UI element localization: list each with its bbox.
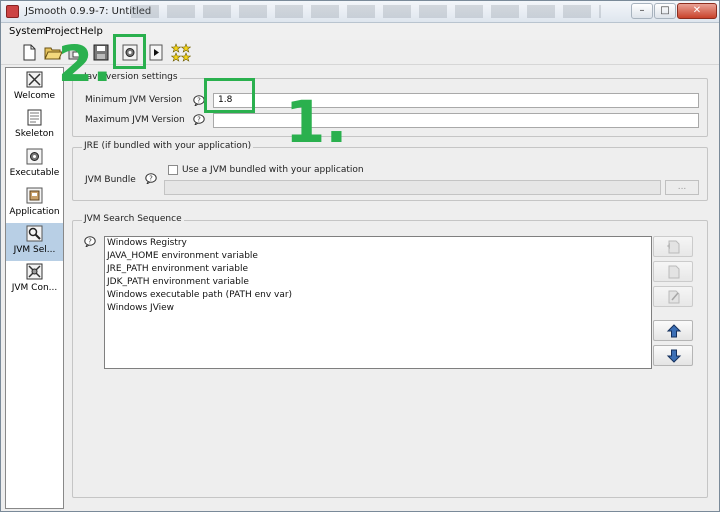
annotation-step-2: 2. bbox=[58, 35, 112, 93]
close-button[interactable]: ✕ bbox=[677, 3, 717, 19]
annotation-step-1: 1. bbox=[285, 88, 348, 156]
app-window: JSmooth 0.9.9-7: Untitled – □ ✕ System P… bbox=[0, 0, 720, 512]
sidebar-item-executable[interactable]: Executable bbox=[6, 146, 63, 184]
sidebar-item-application[interactable]: Application bbox=[6, 185, 63, 223]
stars-icon bbox=[171, 43, 191, 62]
list-item[interactable]: JDK_PATH environment variable bbox=[107, 277, 249, 287]
min-jvm-version-label: Minimum JVM Version bbox=[85, 95, 183, 105]
jvm-config-icon bbox=[26, 263, 43, 280]
new-file-button[interactable] bbox=[19, 43, 39, 62]
list-item[interactable]: Windows Registry bbox=[107, 238, 187, 248]
sidebar-item-label: Skeleton bbox=[15, 129, 54, 139]
about-button[interactable] bbox=[171, 43, 191, 62]
skeleton-icon bbox=[26, 109, 43, 126]
copy-entry-button[interactable] bbox=[653, 261, 693, 282]
help-icon[interactable]: ? bbox=[193, 114, 205, 125]
list-item[interactable]: JRE_PATH environment variable bbox=[107, 264, 248, 274]
sidebar-item-label: Welcome bbox=[13, 91, 56, 101]
sidebar-item-label: JVM Con... bbox=[11, 283, 58, 293]
annotation-box-compile bbox=[113, 34, 146, 69]
browse-button[interactable]: ... bbox=[665, 180, 699, 195]
blurred-background-bar bbox=[131, 5, 601, 18]
help-icon[interactable]: ? bbox=[84, 236, 96, 247]
application-icon bbox=[26, 187, 43, 204]
document-icon bbox=[668, 265, 680, 279]
title-bar[interactable]: JSmooth 0.9.9-7: Untitled – □ ✕ bbox=[1, 1, 719, 23]
jvm-search-sequence-legend: JVM Search Sequence bbox=[82, 214, 184, 224]
svg-text:?: ? bbox=[88, 238, 92, 246]
add-document-icon bbox=[667, 240, 680, 254]
jre-bundle-legend: JRE (if bundled with your application) bbox=[82, 141, 254, 151]
executable-icon bbox=[26, 148, 43, 165]
list-item[interactable]: Windows JView bbox=[107, 303, 174, 313]
sidebar-item-welcome[interactable]: Welcome bbox=[6, 69, 63, 107]
minimize-button[interactable]: – bbox=[631, 3, 653, 19]
edit-entry-button[interactable] bbox=[653, 286, 693, 307]
run-button[interactable] bbox=[146, 43, 166, 62]
svg-text:?: ? bbox=[197, 116, 201, 124]
edit-icon bbox=[668, 290, 680, 304]
sidebar-item-label: JVM Sel... bbox=[13, 245, 56, 255]
jvm-bundle-path-input[interactable] bbox=[164, 180, 661, 195]
annotation-box-min-version bbox=[204, 78, 255, 113]
sidebar-item-skeleton[interactable]: Skeleton bbox=[6, 107, 63, 145]
jvm-select-icon bbox=[26, 225, 43, 242]
svg-text:?: ? bbox=[149, 175, 153, 183]
sidebar-item-label: Application bbox=[9, 207, 60, 217]
list-item[interactable]: Windows executable path (PATH env var) bbox=[107, 290, 292, 300]
java-version-settings-group: Java version settings Minimum JVM Versio… bbox=[72, 72, 708, 137]
menu-system[interactable]: System bbox=[9, 26, 46, 37]
arrow-up-icon bbox=[666, 324, 682, 338]
jvm-search-sequence-list[interactable]: Windows Registry JAVA_HOME environment v… bbox=[104, 236, 652, 369]
jvm-bundle-label: JVM Bundle bbox=[85, 175, 136, 185]
jvm-selection-panel: Java version settings Minimum JVM Versio… bbox=[66, 67, 716, 509]
move-down-button[interactable] bbox=[653, 345, 693, 366]
sidebar-item-label: Executable bbox=[9, 168, 60, 178]
maximize-button[interactable]: □ bbox=[654, 3, 676, 19]
sidebar: Welcome Skeleton Executable Application … bbox=[5, 67, 64, 509]
jvm-search-sequence-group: JVM Search Sequence ? Windows Registry J… bbox=[72, 214, 708, 498]
play-icon bbox=[149, 44, 163, 61]
max-jvm-version-label: Maximum JVM Version bbox=[85, 115, 185, 125]
use-bundled-jvm-checkbox[interactable] bbox=[168, 165, 178, 175]
welcome-icon bbox=[26, 71, 43, 88]
list-item[interactable]: JAVA_HOME environment variable bbox=[107, 251, 258, 261]
sidebar-item-jvm-selection[interactable]: JVM Sel... bbox=[6, 223, 63, 261]
use-bundled-jvm-label: Use a JVM bundled with your application bbox=[182, 165, 364, 175]
move-up-button[interactable] bbox=[653, 320, 693, 341]
add-entry-button[interactable] bbox=[653, 236, 693, 257]
help-icon[interactable]: ? bbox=[145, 173, 157, 184]
sidebar-item-jvm-configuration[interactable]: JVM Con... bbox=[6, 261, 63, 299]
arrow-down-icon bbox=[666, 349, 682, 363]
svg-text:?: ? bbox=[197, 97, 201, 105]
new-file-icon bbox=[23, 44, 36, 61]
java-app-icon bbox=[6, 5, 19, 18]
jre-bundle-group: JRE (if bundled with your application) J… bbox=[72, 141, 708, 201]
